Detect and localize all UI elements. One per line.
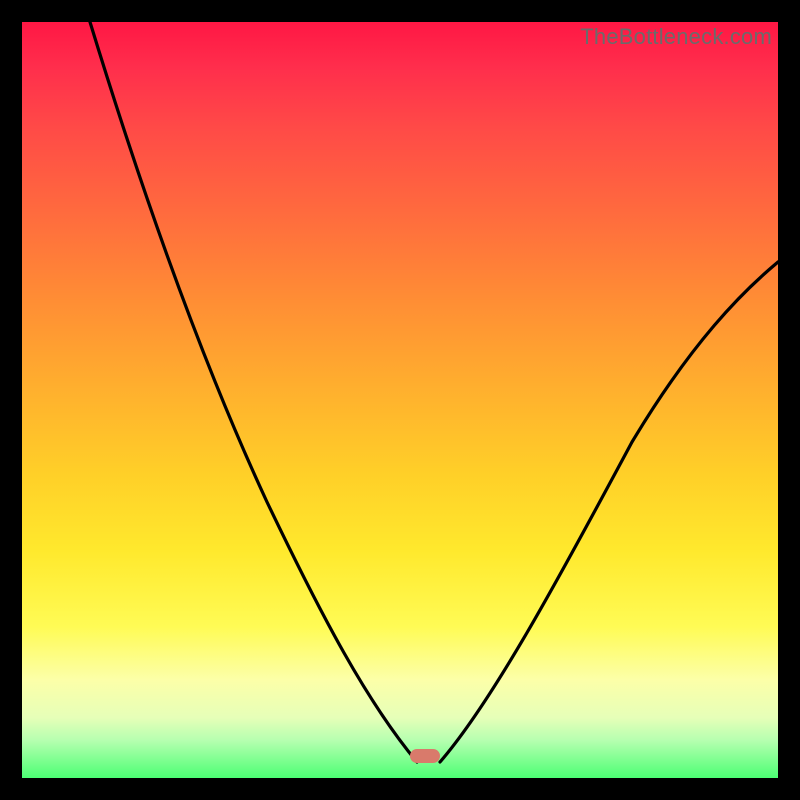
plot-area: TheBottleneck.com (22, 22, 778, 778)
chart-frame: TheBottleneck.com (0, 0, 800, 800)
bottleneck-curve (22, 22, 778, 778)
curve-left-branch (90, 22, 417, 762)
curve-right-branch (440, 262, 778, 762)
trough-marker (410, 749, 440, 763)
